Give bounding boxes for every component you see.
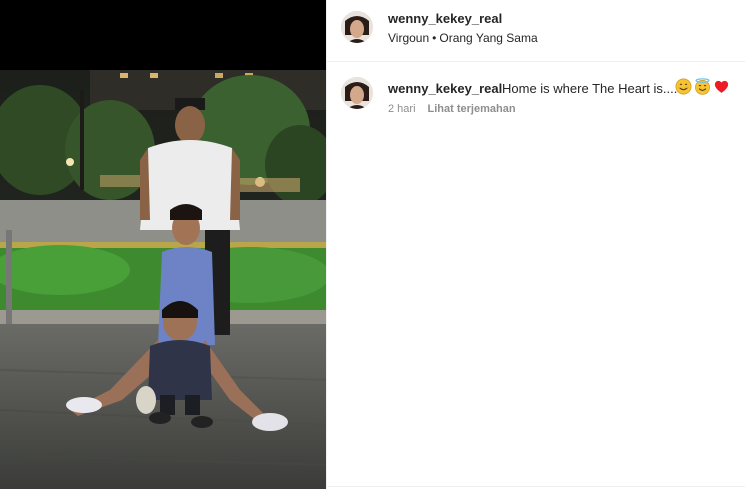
post-media[interactable] — [0, 0, 326, 489]
caption-timestamp[interactable]: 2 hari — [388, 103, 416, 115]
caption-author-username[interactable]: wenny_kekey_real — [388, 81, 502, 96]
caption-emojis — [675, 78, 730, 95]
see-translation-button[interactable]: Lihat terjemahan — [428, 103, 516, 115]
audio-separator: • — [432, 31, 437, 45]
smiling-face-with-halo-icon — [695, 78, 710, 95]
red-heart-icon — [714, 80, 729, 93]
author-username[interactable]: wenny_kekey_real — [388, 11, 502, 26]
sidebar-bottom-divider — [327, 486, 745, 487]
audio-track[interactable]: Virgoun • Orang Yang Sama — [388, 31, 538, 45]
smiling-face-icon — [675, 78, 692, 95]
audio-track-title[interactable]: Orang Yang Sama — [439, 31, 537, 45]
audio-artist[interactable]: Virgoun — [388, 31, 429, 45]
post-photo — [0, 70, 326, 489]
caption-comment: wenny_kekey_real Home is where The Heart… — [327, 62, 745, 132]
post-sidebar: wenny_kekey_real Virgoun • Orang Yang Sama… — [327, 0, 745, 489]
post-header: wenny_kekey_real Virgoun • Orang Yang Sama — [327, 0, 745, 62]
author-avatar[interactable] — [341, 11, 373, 43]
caption-text: Home is where The Heart is.... — [502, 81, 678, 96]
caption-author-avatar[interactable] — [341, 77, 373, 109]
caption-meta: 2 hari Lihat terjemahan — [388, 103, 516, 115]
